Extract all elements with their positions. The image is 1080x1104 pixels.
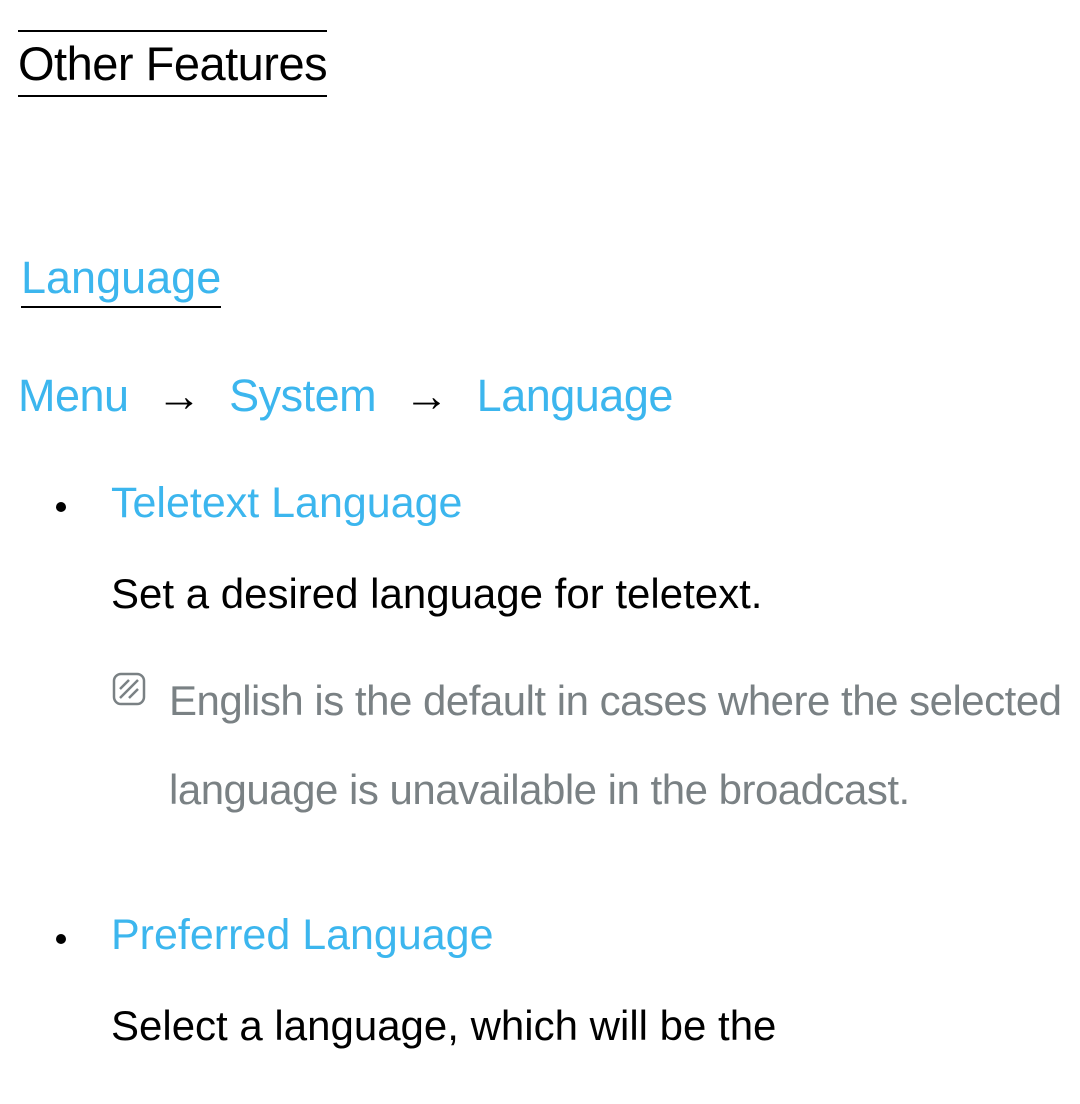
breadcrumb-item-menu: Menu	[18, 370, 129, 421]
breadcrumb-separator: →	[388, 370, 465, 422]
document-page: Other Features Language Menu → System → …	[0, 0, 1080, 1054]
section-title-wrap: Language	[21, 252, 1062, 308]
list-item: Preferred Language Select a language, wh…	[83, 909, 1062, 1054]
page-title-wrap: Other Features	[18, 30, 1062, 97]
note-row: English is the default in cases where th…	[111, 657, 1062, 833]
item-list: Teletext Language Set a desired language…	[18, 477, 1062, 1054]
breadcrumb: Menu → System → Language	[18, 370, 1062, 422]
breadcrumb-item-language: Language	[477, 370, 673, 421]
section-title: Language	[21, 252, 221, 308]
breadcrumb-separator: →	[141, 370, 218, 422]
item-description: Select a language, which will be the	[111, 998, 1062, 1055]
item-title: Preferred Language	[111, 909, 1062, 963]
page-title: Other Features	[18, 30, 327, 97]
note-text: English is the default in cases where th…	[169, 657, 1062, 833]
note-icon	[111, 667, 147, 703]
list-item: Teletext Language Set a desired language…	[83, 477, 1062, 834]
item-title: Teletext Language	[111, 477, 1062, 531]
item-description: Set a desired language for teletext.	[111, 566, 1062, 623]
breadcrumb-item-system: System	[229, 370, 376, 421]
